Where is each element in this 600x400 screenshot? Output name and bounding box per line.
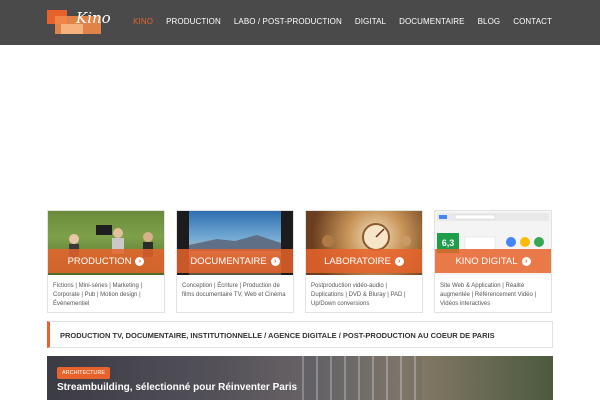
arrow-right-icon: › [135, 256, 145, 266]
digital-stat-value: 6,3 [442, 238, 455, 248]
arrow-right-icon: › [394, 256, 404, 266]
logo-text: Kino [76, 9, 111, 27]
card-description: Fictions | Mini-séries | Marketing | Cor… [53, 283, 143, 307]
nav-item-kino[interactable]: KINO [133, 17, 153, 26]
nav-item-contact[interactable]: CONTACT [513, 17, 552, 26]
card-label: DOCUMENTAIRE [190, 255, 267, 267]
card-description: Site Web & Application | Réalité augment… [440, 283, 537, 307]
service-cards: PRODUCTION › Fictions | Mini-séries | Ma… [47, 210, 553, 313]
card-label: LABORATOIRE [324, 255, 391, 267]
building-facade-image [302, 356, 422, 400]
card-kino-digital[interactable]: 6,3 KINO DIGITAL › Site Web & Applicatio… [434, 210, 552, 313]
arrow-right-icon: › [521, 256, 531, 266]
nav-item-labo-post-production[interactable]: LABO / POST-PRODUCTION [234, 17, 342, 26]
card-label-band[interactable]: LABORATOIRE › [306, 249, 422, 273]
card-description: Conception | Écriture | Production de fi… [182, 283, 286, 298]
card-laboratoire[interactable]: LABORATOIRE › Postproduction vidéo-audio… [305, 210, 423, 313]
card-label-band[interactable]: KINO DIGITAL › [435, 249, 551, 273]
article-title[interactable]: Streambuilding, sélectionné pour Réinven… [57, 382, 307, 393]
site-header: Kino KINO PRODUCTION LABO / POST-PRODUCT… [0, 0, 600, 45]
card-label-band[interactable]: PRODUCTION › [48, 249, 164, 273]
tagline-text: PRODUCTION TV, DOCUMENTAIRE, INSTITUTION… [60, 331, 495, 340]
main-nav: KINO PRODUCTION LABO / POST-PRODUCTION D… [120, 17, 552, 26]
nav-item-production[interactable]: PRODUCTION [166, 17, 221, 26]
card-production[interactable]: PRODUCTION › Fictions | Mini-séries | Ma… [47, 210, 165, 313]
nav-item-documentaire[interactable]: DOCUMENTAIRE [399, 17, 465, 26]
nav-item-blog[interactable]: BLOG [478, 17, 501, 26]
card-documentaire[interactable]: DOCUMENTAIRE › Conception | Écriture | P… [176, 210, 294, 313]
card-label: KINO DIGITAL [455, 255, 518, 267]
nav-item-digital[interactable]: DIGITAL [355, 17, 386, 26]
featured-article[interactable]: ARCHITECTURE Streambuilding, sélectionné… [47, 356, 553, 400]
card-label: PRODUCTION [67, 255, 132, 267]
card-description: Postproduction vidéo-audio | Duplication… [311, 283, 406, 307]
kino-logo[interactable]: Kino [47, 9, 111, 34]
arrow-right-icon: › [270, 256, 280, 266]
category-badge[interactable]: ARCHITECTURE [57, 367, 111, 379]
card-label-band[interactable]: DOCUMENTAIRE › [177, 249, 293, 273]
tagline-bar: PRODUCTION TV, DOCUMENTAIRE, INSTITUTION… [47, 321, 553, 348]
